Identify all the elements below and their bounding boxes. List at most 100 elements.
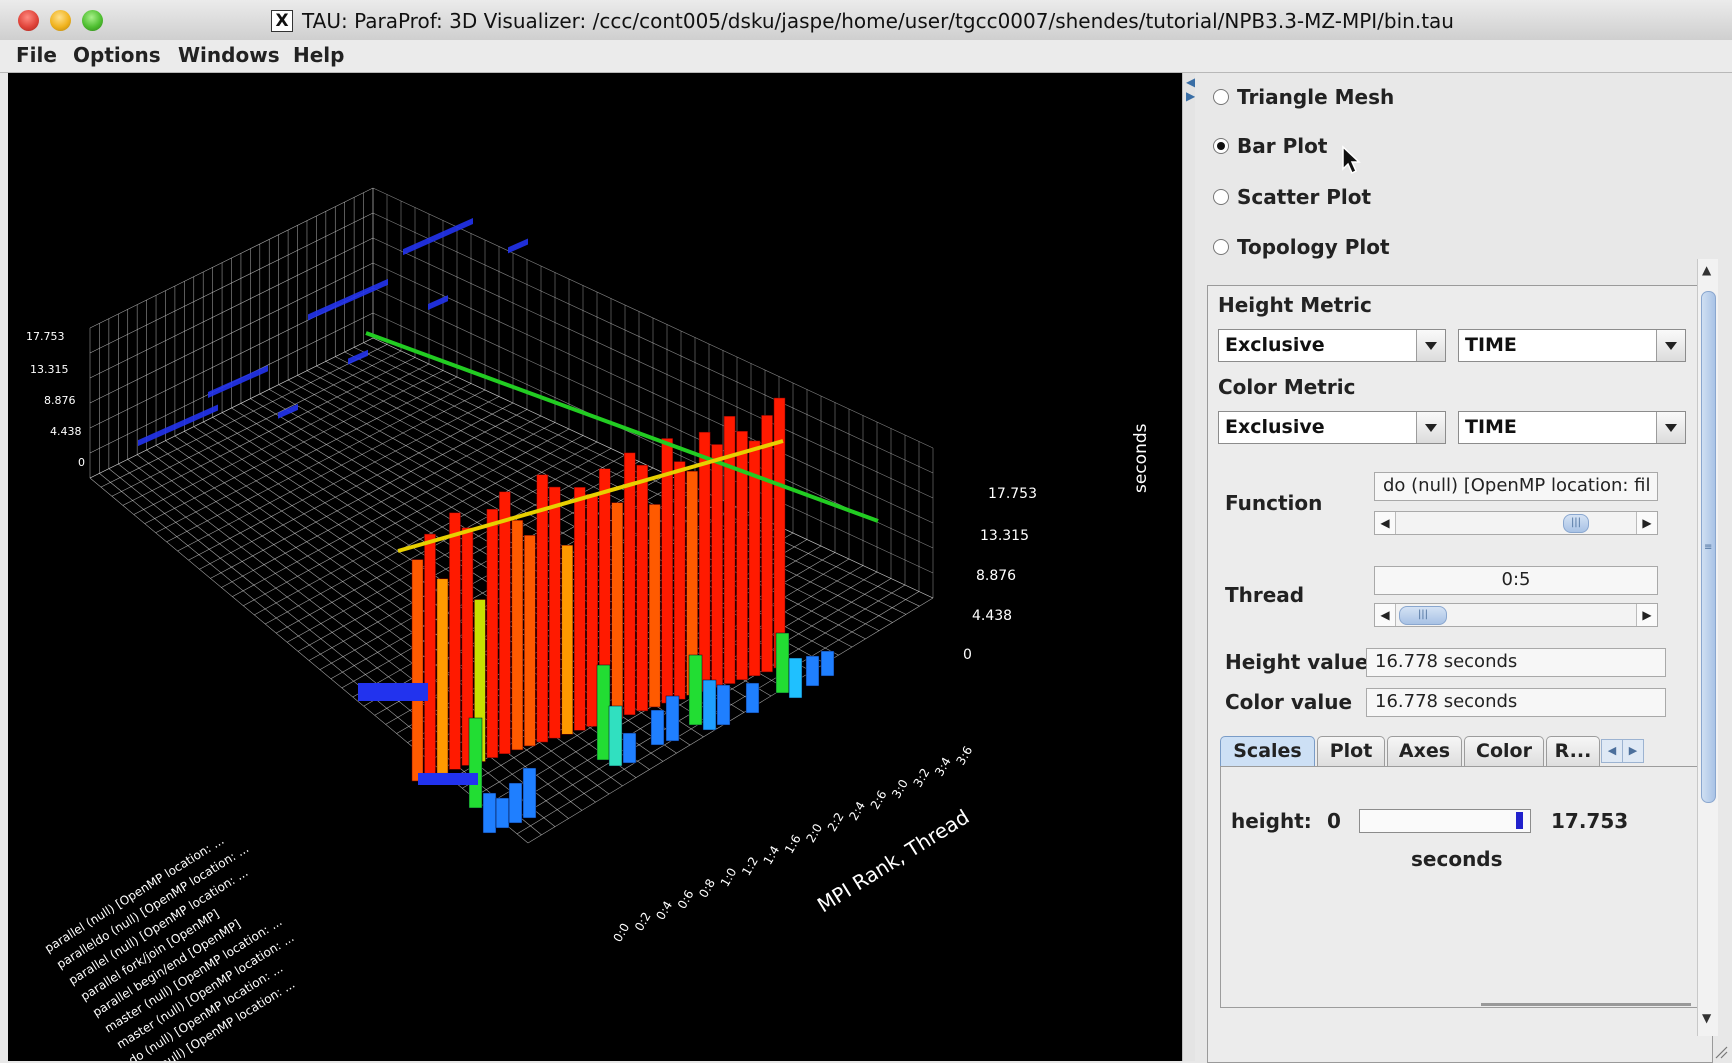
tab-scroll-buttons: ◀ ▶: [1601, 739, 1644, 763]
menu-options[interactable]: Options: [73, 43, 161, 67]
thread-scrollbar[interactable]: ◀ ||| ▶: [1374, 603, 1658, 627]
thread-tick: 0:6: [675, 888, 697, 912]
z-tick: 8.876: [976, 568, 1016, 584]
bar: [436, 578, 449, 774]
scroll-thumb[interactable]: |||: [1563, 514, 1589, 533]
menu-windows[interactable]: Windows: [178, 43, 280, 67]
z-tick: 0: [963, 647, 972, 663]
scroll-right-icon[interactable]: ▶: [1636, 604, 1657, 626]
bar: [622, 732, 637, 764]
title-bar: X TAU: ParaProf: 3D Visualizer: /ccc/con…: [0, 0, 1732, 41]
chevron-down-icon[interactable]: [1416, 330, 1445, 361]
radio-label: Triangle Mesh: [1237, 85, 1395, 109]
settings-scrollbar[interactable]: ▲ ≡ ▼: [1697, 259, 1718, 1036]
thread-tick: 3:0: [889, 777, 911, 801]
scroll-thumb[interactable]: |||: [1399, 606, 1447, 625]
collapse-right-icon[interactable]: ▶: [1186, 90, 1195, 102]
height-metric-type-select[interactable]: Exclusive: [1218, 329, 1446, 362]
thread-tick: 1:2: [739, 854, 761, 878]
bar: [673, 461, 686, 700]
radio-bar-plot[interactable]: Bar Plot: [1213, 131, 1327, 161]
mouse-pointer-icon: [1342, 145, 1361, 175]
zoom-window-button[interactable]: [82, 10, 103, 31]
radio-topology-plot[interactable]: Topology Plot: [1213, 232, 1390, 262]
tab-axes[interactable]: Axes: [1387, 736, 1462, 766]
floor-bar: [138, 404, 218, 447]
scroll-down-icon[interactable]: ▼: [1702, 1011, 1711, 1025]
color-metric-label: Color Metric: [1218, 375, 1356, 399]
radio-triangle-mesh[interactable]: Triangle Mesh: [1213, 82, 1394, 112]
z-axis-left: 17.753 13.315 8.876 4.438 0: [26, 330, 85, 469]
z-tick-left: 8.876: [44, 394, 76, 407]
tab-plot[interactable]: Plot: [1317, 736, 1385, 766]
bar: [596, 664, 611, 761]
tab-scroll-left-icon[interactable]: ◀: [1601, 739, 1623, 763]
selection-axis-line: [365, 331, 879, 523]
menu-file[interactable]: File: [16, 43, 57, 67]
chevron-down-icon[interactable]: [1416, 412, 1445, 443]
scroll-thumb[interactable]: ≡: [1701, 291, 1716, 803]
function-axis-labels: parallel (null) [OpenMP location: ...par…: [42, 833, 297, 1061]
color-metric-type-select[interactable]: Exclusive: [1218, 411, 1446, 444]
chevron-down-icon[interactable]: [1656, 330, 1685, 361]
radio-label: Bar Plot: [1237, 134, 1328, 158]
close-window-button[interactable]: [18, 10, 39, 31]
menu-help[interactable]: Help: [293, 43, 344, 67]
z-axis-right: 17.753 13.315 8.876 4.438 0 seconds: [963, 423, 1151, 663]
tab-more[interactable]: R...: [1546, 736, 1600, 766]
height-metric-label: Height Metric: [1218, 293, 1372, 317]
divider: [1481, 1003, 1691, 1006]
tab-scroll-right-icon[interactable]: ▶: [1622, 739, 1644, 763]
bar: [611, 502, 623, 719]
bar: [449, 512, 461, 770]
thread-tick: 3:6: [953, 744, 975, 768]
z-tick-left: 4.438: [50, 425, 82, 438]
thread-field: 0:5: [1374, 566, 1658, 595]
plot-grid: [89, 187, 934, 844]
thread-tick: 2:2: [825, 810, 847, 834]
radio-button[interactable]: [1213, 239, 1229, 255]
scroll-up-icon[interactable]: ▲: [1702, 263, 1711, 277]
bar: [702, 679, 717, 731]
radio-button[interactable]: [1213, 189, 1229, 205]
function-scrollbar[interactable]: ◀ ||| ▶: [1374, 511, 1658, 535]
height-metric-select[interactable]: TIME: [1458, 329, 1686, 362]
bar: [745, 682, 760, 714]
resize-grip-icon[interactable]: [1712, 1043, 1728, 1059]
tab-scales[interactable]: Scales: [1220, 736, 1315, 766]
collapse-left-icon[interactable]: ◀: [1186, 76, 1195, 88]
3d-plot-canvas[interactable]: 17.753 13.315 8.876 4.438 0 seconds 17.7…: [8, 73, 1182, 1061]
color-value-label: Color value: [1225, 690, 1353, 714]
bar: [805, 655, 820, 687]
control-panel: Triangle Mesh Bar Plot Scatter Plot Topo…: [1195, 73, 1732, 1063]
thread-tick: 2:6: [868, 788, 890, 812]
bar: [586, 493, 599, 727]
radio-button[interactable]: [1213, 89, 1229, 105]
bar: [499, 491, 511, 754]
bar: [508, 782, 523, 824]
bar: [716, 684, 731, 726]
scroll-right-icon[interactable]: ▶: [1636, 512, 1657, 534]
bar: [482, 792, 497, 834]
grip-icon: ≡: [1704, 542, 1713, 553]
bar: [820, 650, 835, 677]
height-scale-slider[interactable]: [1359, 809, 1531, 833]
scale-max-value: 17.753: [1551, 809, 1629, 833]
radio-scatter-plot[interactable]: Scatter Plot: [1213, 182, 1371, 212]
chevron-down-icon[interactable]: [1656, 412, 1685, 443]
radio-button[interactable]: [1213, 138, 1229, 154]
bar: [773, 397, 786, 669]
minimize-window-button[interactable]: [50, 10, 71, 31]
bar: [711, 444, 723, 688]
z-tick: 13.315: [980, 528, 1029, 544]
scale-min-value: 0: [1327, 809, 1341, 833]
bar: [574, 487, 586, 731]
height-scale-knob[interactable]: [1516, 812, 1523, 829]
color-metric-select[interactable]: TIME: [1458, 411, 1686, 444]
scroll-left-icon[interactable]: ◀: [1375, 604, 1396, 626]
scales-tab-panel: height: 0 17.753 seconds: [1220, 766, 1706, 1008]
color-value-field: 16.778 seconds: [1366, 688, 1666, 717]
height-value-label: Height value: [1225, 650, 1369, 674]
tab-color[interactable]: Color: [1464, 736, 1544, 766]
scroll-left-icon[interactable]: ◀: [1375, 512, 1396, 534]
